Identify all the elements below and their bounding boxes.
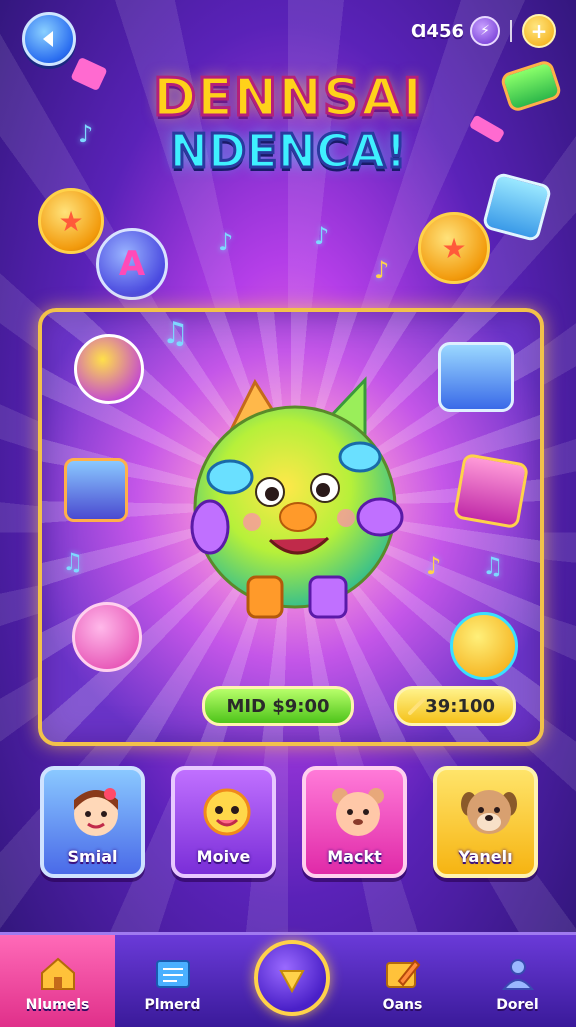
nav-item-oans[interactable]: Oans (345, 935, 460, 1027)
currency-display: Ɑ456 ⚡ + (411, 14, 556, 48)
add-coins-button[interactable]: + (522, 14, 556, 48)
card-label: Smial (67, 847, 118, 866)
blue-box-creature-icon[interactable] (438, 342, 514, 412)
user-icon (501, 959, 534, 990)
nav-label: Oans (382, 997, 423, 1013)
pencil-icon (385, 959, 420, 988)
gift-box-icon[interactable] (452, 452, 530, 530)
music-note-icon: ♪ (78, 120, 94, 148)
back-button[interactable] (22, 12, 76, 66)
pink-smiley-icon[interactable] (72, 602, 142, 672)
card-mackt[interactable]: Mackt (302, 766, 407, 878)
coin-price-label: 39:100 (425, 695, 495, 717)
card-label: Mackt (327, 847, 382, 866)
card-moive[interactable]: Moive (171, 766, 276, 878)
music-note-icon: ♪ (218, 228, 234, 256)
music-note-icon: ♪ (314, 222, 330, 250)
blue-gem-icon (481, 171, 553, 243)
main-character-icon[interactable] (160, 362, 430, 632)
house-icon (40, 957, 75, 990)
letter-a-badge-icon: A (96, 228, 168, 300)
currency-value: Ɑ456 (410, 20, 464, 42)
music-note-icon: ♪ (426, 552, 442, 580)
price-row: MID $9:00 39:100 (202, 686, 522, 726)
coin-price-button[interactable]: 39:100 (394, 686, 516, 726)
music-note-icon: ♫ (62, 548, 84, 576)
music-note-icon: ♪ (374, 256, 390, 284)
nav-item-plmerd[interactable]: Plmerd (115, 935, 230, 1027)
card-smial[interactable]: Smial (40, 766, 145, 878)
nav-item-nlumels[interactable]: Nlumels (0, 935, 115, 1027)
nav-label: Dorel (496, 997, 539, 1013)
star-icon (279, 970, 305, 994)
gear-creature-icon[interactable] (64, 458, 128, 522)
card-yaneli[interactable]: Yanelı (433, 766, 538, 878)
buy-price-button[interactable]: MID $9:00 (202, 686, 354, 726)
puppy-face-icon (461, 790, 517, 834)
girl-face-icon (74, 788, 118, 836)
card-label: Moive (196, 847, 251, 866)
character-cards: Smial Moive Mackt Yanelı (40, 766, 538, 878)
divider (510, 20, 512, 42)
music-note-icon: ♫ (162, 316, 189, 351)
pink-creature-icon[interactable] (74, 334, 144, 404)
card-label: Yanelı (458, 847, 513, 866)
center-play-button[interactable] (254, 940, 330, 1016)
sun-creature-icon (203, 788, 251, 836)
nav-label: Plmerd (144, 997, 201, 1013)
nav-label: Nlumels (25, 997, 90, 1013)
gem-icon: ⚡ (470, 16, 500, 46)
music-note-icon: ♫ (482, 552, 504, 580)
nav-item-dorel[interactable]: Dorel (460, 935, 575, 1027)
bear-face-icon (332, 788, 384, 836)
back-arrow-icon (43, 31, 53, 47)
board-icon (155, 960, 190, 988)
star-coin-icon: ★ (38, 188, 104, 254)
coin-icon (407, 696, 428, 716)
gold-coin-icon: ★ (418, 212, 490, 284)
character-stage: ♫ ♫ ♪ ♫ MID $9:00 39:100 (38, 308, 544, 746)
sun-smiley-icon[interactable] (450, 612, 518, 680)
